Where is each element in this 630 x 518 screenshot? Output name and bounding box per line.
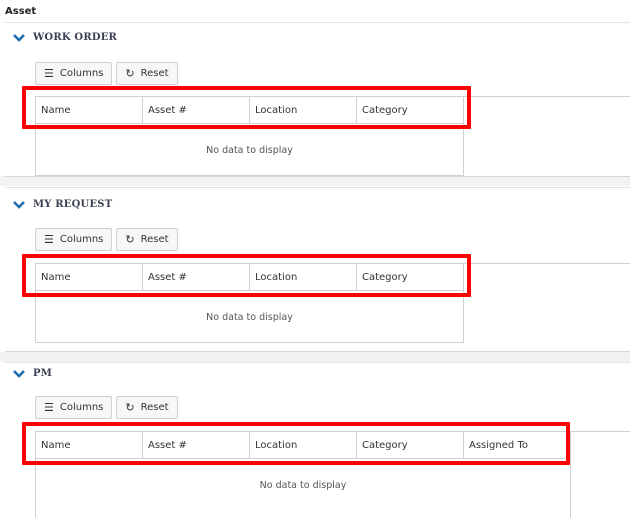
- list-icon: ☰: [44, 67, 54, 80]
- empty-message: No data to display: [206, 145, 293, 156]
- highlight-box: [22, 422, 570, 465]
- list-icon: ☰: [44, 401, 54, 414]
- chevron-down-icon: [13, 200, 25, 209]
- chevron-down-icon: [13, 33, 25, 42]
- reset-button-label: Reset: [140, 402, 169, 413]
- my-request-section-header[interactable]: MY REQUEST: [13, 199, 112, 210]
- highlight-box: [22, 86, 471, 129]
- section-title: WORK ORDER: [33, 32, 118, 43]
- highlight-box: [22, 254, 471, 297]
- reset-button-label: Reset: [140, 68, 169, 79]
- empty-message: No data to display: [259, 480, 347, 491]
- work-order-section-header[interactable]: WORK ORDER: [13, 32, 117, 43]
- section-title: PM: [33, 368, 52, 379]
- columns-button-label: Columns: [59, 402, 104, 413]
- reset-button-label: Reset: [140, 234, 169, 245]
- refresh-icon: ↻: [125, 67, 135, 80]
- grid-rule: [463, 263, 630, 264]
- refresh-icon: ↻: [125, 401, 135, 414]
- chevron-down-icon: [13, 369, 25, 378]
- section-title: MY REQUEST: [33, 199, 113, 210]
- grid-rule: [463, 96, 630, 97]
- columns-button-label: Columns: [59, 234, 104, 245]
- list-icon: ☰: [44, 233, 54, 246]
- grid-rule: [570, 431, 630, 432]
- columns-button[interactable]: ☰ Columns: [35, 396, 113, 419]
- columns-button[interactable]: ☰ Columns: [35, 228, 113, 251]
- panel-separator: [0, 352, 630, 362]
- reset-button[interactable]: ↻ Reset: [116, 228, 178, 251]
- columns-button[interactable]: ☰ Columns: [35, 62, 113, 85]
- reset-button[interactable]: ↻ Reset: [116, 62, 178, 85]
- empty-message: No data to display: [206, 312, 293, 323]
- pm-section-header[interactable]: PM: [13, 368, 52, 379]
- reset-button[interactable]: ↻ Reset: [116, 396, 178, 419]
- refresh-icon: ↻: [125, 233, 135, 246]
- panel-separator: [0, 176, 630, 186]
- page-title: Asset: [5, 6, 37, 17]
- columns-button-label: Columns: [59, 68, 104, 79]
